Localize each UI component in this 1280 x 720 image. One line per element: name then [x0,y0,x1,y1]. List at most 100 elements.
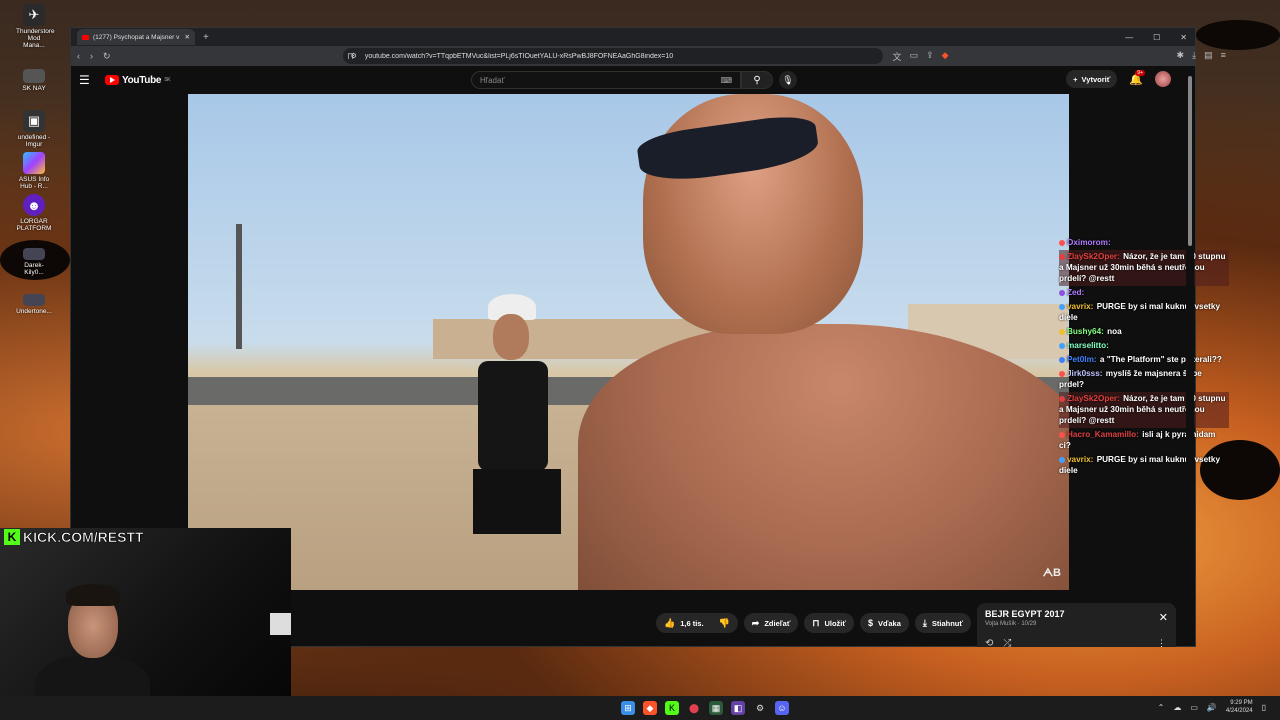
chat-message: Bushy64: noa [1059,325,1229,339]
bookmark-icon: ⊓ [812,617,820,628]
chat-username: ZlaySk2Oper: [1067,394,1120,403]
playlist-panel: BEJR EGYPT 2017 Vojta Mušík · 10/29 ✕ ⟲ … [977,603,1176,649]
volume-icon[interactable]: 🔊 [1207,703,1217,712]
kick-banner: K KICK.COM/RESTT [0,528,148,546]
notifications-button[interactable]: 🔔 9+ [1129,69,1145,86]
chevron-up-icon[interactable]: ⌃ [1158,703,1165,712]
close-icon[interactable]: ✕ [1159,611,1168,624]
close-window-icon[interactable]: ✕ [1180,33,1187,42]
taskbar-apps: ⊞ ◆ K ⬤ ▦ ◧ ⚙ ☺ [621,701,789,715]
page-scrollbar[interactable] [1186,66,1194,644]
shuffle-icon[interactable]: ⤮ [1003,638,1011,649]
close-tab-icon[interactable]: ✕ [185,33,190,41]
save-button[interactable]: ⊓ Uložiť [804,613,854,633]
youtube-logo[interactable]: YouTube SK [105,74,171,86]
plus-icon: + [1073,74,1078,84]
desktop-icons: ✈ Thunderstore Mod Mana... SK NAY ▣ unde… [0,0,68,315]
address-bar[interactable]: ⚙ youtube.com/watch?v=TTqpbETMVuc&list=P… [342,48,883,64]
chat-username: vavrix: [1067,302,1094,311]
thanks-button[interactable]: $ Vďaka [859,613,909,633]
lorgar-icon: ☻ [23,194,45,216]
discord-icon[interactable]: ☺ [775,701,789,715]
kick-app-icon[interactable]: K [665,701,679,715]
region-code: SK [164,77,171,83]
playlist-title[interactable]: BEJR EGYPT 2017 [985,609,1168,619]
tab-title: (1277) Psychopat a Majsner v [93,33,180,41]
download-button[interactable]: ⤓ Stiahnuť [914,613,971,633]
desktop-icon-imgur[interactable]: ▣ undefined - Imgur [16,110,52,148]
chat-username: Bushy64: [1067,327,1104,336]
search-button[interactable]: ⚲ [741,71,773,89]
browser-menu-icon[interactable]: ≡ [1221,50,1226,63]
new-tab-button[interactable]: + [203,32,209,43]
download-icon: ⤓ [922,617,927,628]
minimize-icon[interactable]: — [1125,33,1133,42]
reload-icon[interactable]: ↻ [103,51,111,62]
bookmark-icon[interactable]: ⊓ [347,51,354,62]
map-pin-icon[interactable]: ⬤ [687,701,701,715]
voice-search-button[interactable]: 🎙 [779,71,797,89]
asus-icon [23,152,45,174]
tab-bar: (1277) Psychopat a Majsner v ✕ + — ☐ ✕ [71,28,1195,46]
logo-text: YouTube [122,74,162,86]
chat-message: vavrix: PURGE by si mal kuknut vsetky di… [1059,453,1229,478]
like-count: 1,6 tis. [680,618,704,628]
desktop-icon-thunderstore[interactable]: ✈ Thunderstore Mod Mana... [16,4,55,49]
forward-icon[interactable]: › [90,51,93,61]
microphone-icon: 🎙 [782,74,794,85]
search-input[interactable]: Hľadať ⌨ [471,71,741,89]
dollar-icon: $ [867,618,873,628]
hamburger-menu-icon[interactable]: ☰ [79,73,101,87]
system-tray: ⌃ ☁ ▭ 🔊 9:29 PM 4/24/2024 ▯ [1158,699,1266,715]
windows-start-icon[interactable]: ⊞ [621,701,635,715]
chat-username: ZlaySk2Oper: [1067,252,1120,261]
like-button[interactable]: 👍 1,6 tis. 👎 [656,613,738,633]
brave-shield-icon[interactable]: ◆ [942,50,949,63]
keyboard-icon[interactable]: ⌨ [720,76,732,85]
chat-badge-icon [1059,356,1065,363]
channel-watermark-icon: ᗅB [1042,567,1061,579]
chat-badge-icon [1059,456,1065,463]
brave-browser-icon[interactable]: ◆ [643,701,657,715]
clock[interactable]: 9:29 PM 4/24/2024 [1226,699,1253,715]
notification-center-icon[interactable]: ▯ [1262,703,1266,712]
desktop-icon-undertone[interactable]: Undertone... [16,294,52,315]
lamp [270,613,291,635]
chat-badge-icon [1059,328,1065,335]
desktop-icon-label: SK NAY [22,85,46,92]
steam-icon[interactable]: ⚙ [753,701,767,715]
desktop-icon-label: undefined - Imgur [17,134,51,148]
desktop-icon-sk-nay[interactable]: SK NAY [16,69,52,92]
back-icon[interactable]: ‹ [77,51,80,61]
avatar[interactable] [1155,71,1171,87]
cast-icon[interactable]: ▭ [910,50,919,63]
maximize-icon[interactable]: ☐ [1153,33,1160,42]
downloads-icon[interactable]: ⤓ [1192,50,1196,63]
desktop-icon-lorgar[interactable]: ☻ LORGAR PLATFORM [16,194,52,232]
extensions-icon[interactable]: ✱ [1177,50,1185,63]
taskbar: ⊞ ◆ K ⬤ ▦ ◧ ⚙ ☺ ⌃ ☁ ▭ 🔊 9:29 PM 4/24/202… [0,696,1280,720]
chat-message: ZlaySk2Oper: Názor, že je tam 40 stupnu … [1059,250,1229,286]
sidebar-icon[interactable]: ▤ [1204,50,1213,63]
create-button[interactable]: + Vytvoriť [1066,70,1118,88]
network-icon[interactable]: ▭ [1190,703,1198,712]
loop-icon[interactable]: ⟲ [985,638,993,649]
twitch-icon[interactable]: ◧ [731,701,745,715]
translate-icon[interactable]: 文 [893,50,902,63]
playlist-subtitle: Vojta Mušík · 10/29 [985,621,1037,627]
desktop-icon-asus[interactable]: ASUS Info Hub - R... [16,152,52,190]
share-button[interactable]: ➦ Zdieľať [743,613,799,633]
thumbs-down-icon[interactable]: 👎 [719,618,730,629]
desktop-icon-label: Darek-Kily0... [24,262,44,276]
browser-tab[interactable]: (1277) Psychopat a Majsner v ✕ [77,29,195,45]
video-player[interactable]: ᗅB [188,94,1069,590]
spreadsheet-icon[interactable]: ▦ [709,701,723,715]
file-icon [23,248,45,260]
more-vertical-icon[interactable]: ⋮ [1157,638,1166,649]
palm-silhouette [1196,20,1280,50]
scrollbar-thumb[interactable] [1188,76,1192,246]
share-icon[interactable]: ⇪ [926,50,934,63]
desktop-icon-darek[interactable]: Darek-Kily0... [16,248,52,276]
chat-badge-icon [1059,289,1065,296]
onedrive-icon[interactable]: ☁ [1173,703,1181,712]
